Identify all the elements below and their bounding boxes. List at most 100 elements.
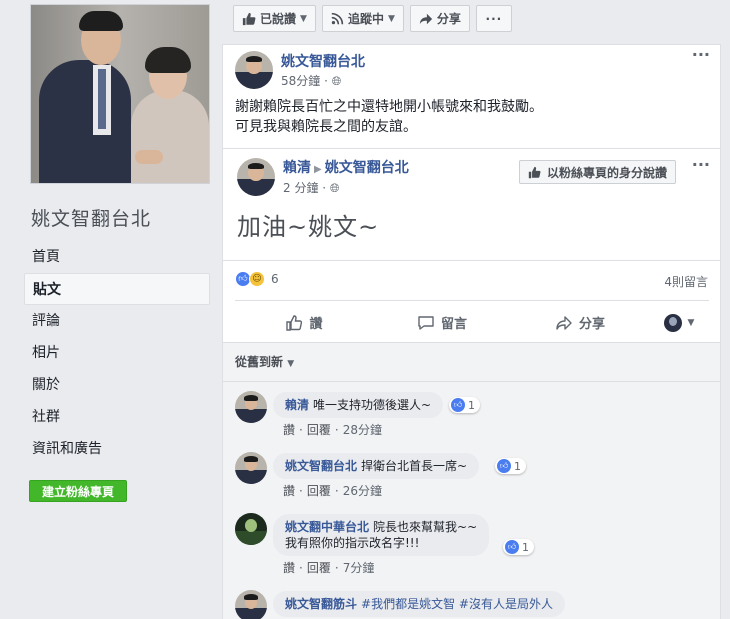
- comment-text: 我有照你的指示改名字!!!: [285, 536, 420, 550]
- share-arrow-icon: [419, 13, 432, 24]
- nav-item-community[interactable]: 社群: [24, 401, 210, 433]
- left-column: 姚文智翻台北 首頁 貼文 評論 相片 關於 社群 資訊和廣告 建立粉絲專頁: [0, 0, 222, 619]
- rss-icon: [331, 12, 344, 25]
- comment-text: 捍衛台北首長一席~: [361, 459, 468, 473]
- comment-bubble-icon: [418, 315, 434, 330]
- nav-item-reviews[interactable]: 評論: [24, 305, 210, 337]
- like-button[interactable]: 讚: [235, 313, 373, 332]
- comment-sort-label: 從舊到新: [235, 355, 284, 369]
- nav-item-about[interactable]: 關於: [24, 369, 210, 401]
- commenter-avatar[interactable]: [235, 391, 267, 423]
- identity-avatar: [663, 313, 682, 332]
- reaction-summary[interactable]: 👍︎ ☺ 6: [235, 271, 279, 287]
- separator-dot: ·: [334, 423, 339, 437]
- separator-dot: ·: [324, 74, 332, 88]
- comment-text: 唯一支持功德後選人~: [313, 398, 432, 412]
- comment-reaction-count: 1: [468, 398, 475, 412]
- comment-timestamp[interactable]: 26分鐘: [343, 484, 382, 498]
- shared-author-name[interactable]: 賴清: [283, 160, 311, 176]
- haha-reaction-icon: ☺: [249, 271, 265, 287]
- comment-button[interactable]: 留言: [373, 313, 511, 332]
- shared-post-text: 加油~姚文~: [237, 213, 380, 241]
- following-label: 追蹤中: [347, 12, 384, 26]
- comment-bubble: 賴清 唯一支持功德後選人~: [273, 392, 444, 418]
- nav-item-info-ads[interactable]: 資訊和廣告: [24, 433, 210, 465]
- comment-reaction-badge[interactable]: 👍︎ 1: [449, 397, 480, 413]
- commenter-avatar[interactable]: [235, 513, 267, 545]
- shared-author-avatar[interactable]: [237, 158, 275, 196]
- comment-count[interactable]: 4則留言: [664, 273, 708, 290]
- comment-text: 院長也來幫幫我~~: [373, 520, 478, 534]
- comment-reply-link[interactable]: 回覆: [307, 561, 331, 575]
- globe-icon: 🌐︎: [331, 74, 342, 88]
- comment-reaction-badge[interactable]: 👍︎ 1: [503, 539, 534, 555]
- comment-actions: 讚 · 回覆 · 26分鐘: [283, 482, 382, 499]
- identity-selector[interactable]: ▼: [649, 313, 709, 332]
- comment-like-link[interactable]: 讚: [283, 561, 295, 575]
- like-reaction-icon: 👍︎: [497, 459, 511, 473]
- comment-like-link[interactable]: 讚: [283, 423, 295, 437]
- create-page-button[interactable]: 建立粉絲專頁: [29, 480, 127, 502]
- nav-item-photos[interactable]: 相片: [24, 337, 210, 369]
- comment-reaction-count: 1: [522, 540, 529, 554]
- reaction-count: 6: [271, 272, 279, 286]
- commenter-name[interactable]: 姚文智翻台北: [285, 459, 357, 473]
- like-reaction-icon: 👍︎: [451, 398, 465, 412]
- shared-options-icon[interactable]: ···: [692, 155, 710, 174]
- comment-reaction-count: 1: [514, 459, 521, 473]
- nav-item-posts[interactable]: 貼文: [24, 273, 210, 305]
- page-nav: 首頁 貼文 評論 相片 關於 社群 資訊和廣告: [24, 241, 210, 465]
- post-timestamp[interactable]: 58分鐘: [281, 74, 320, 88]
- like-label: 讚: [309, 317, 323, 332]
- chevron-down-icon: ▼: [300, 13, 307, 24]
- like-as-page-button[interactable]: 以粉絲專頁的身分說讚: [519, 160, 677, 184]
- comment-actions: 讚 · 回覆 · 7分鐘: [283, 559, 374, 576]
- comment-reaction-badge[interactable]: 👍︎ 1: [495, 458, 526, 474]
- thumbs-up-icon: [528, 166, 541, 178]
- comment-reply-link[interactable]: 回覆: [307, 484, 331, 498]
- post-action-bar: 讚 留言 分享 ▼: [235, 300, 709, 344]
- post-text-line: 可見我與賴院長之間的友誼。: [235, 119, 417, 135]
- comment-timestamp[interactable]: 28分鐘: [343, 423, 382, 437]
- share-arrow-icon: [556, 315, 572, 330]
- divider: [223, 381, 720, 382]
- more-options-button[interactable]: ···: [475, 5, 512, 32]
- comment-reply-link[interactable]: 回覆: [307, 423, 331, 437]
- page-name[interactable]: 姚文智翻台北: [31, 204, 151, 231]
- profile-photo[interactable]: [30, 4, 210, 184]
- nav-item-home[interactable]: 首頁: [24, 241, 210, 273]
- commenter-name[interactable]: 姚文翻中華台北: [285, 520, 369, 534]
- commenter-name[interactable]: 賴清: [285, 398, 309, 412]
- separator-dot: ·: [334, 561, 339, 575]
- commenter-avatar[interactable]: [235, 452, 267, 484]
- post-options-icon[interactable]: ···: [692, 45, 710, 64]
- chevron-down-icon: ▼: [387, 13, 395, 24]
- post-author-name[interactable]: 姚文智翻台北: [281, 51, 365, 71]
- post-text: 謝謝賴院長百忙之中還特地開小帳號來和我鼓勵。 可見我與賴院長之間的友誼。: [235, 97, 543, 137]
- shared-timestamp[interactable]: 2 分鐘: [283, 181, 318, 195]
- hashtag-link[interactable]: #沒有人是局外人: [459, 597, 553, 611]
- share-button[interactable]: 分享: [511, 313, 649, 332]
- commenter-avatar[interactable]: [235, 590, 267, 619]
- shared-author-line: 賴清 ▶ 姚文智翻台北: [283, 157, 409, 177]
- globe-icon: 🌐︎: [329, 181, 340, 195]
- comment-actions: 讚 · 回覆 · 28分鐘: [283, 421, 382, 438]
- comment-timestamp[interactable]: 7分鐘: [343, 561, 375, 575]
- separator-dot: ·: [322, 181, 330, 195]
- comment-like-link[interactable]: 讚: [283, 484, 295, 498]
- following-button[interactable]: 追蹤中 ▼: [321, 5, 404, 32]
- share-label: 分享: [578, 317, 605, 332]
- liked-button[interactable]: 已說讚 ▼: [233, 5, 316, 32]
- shared-target-page[interactable]: 姚文智翻台北: [325, 160, 409, 176]
- liked-label: 已說讚: [260, 12, 297, 26]
- like-reaction-icon: 👍︎: [505, 540, 519, 554]
- comment-bubble: 姚文智翻筋斗 #我們都是姚文智 #沒有人是局外人: [273, 591, 565, 617]
- share-page-button[interactable]: 分享: [409, 5, 470, 32]
- page-action-bar: 已說讚 ▼ 追蹤中 ▼ 分享 ···: [233, 5, 512, 32]
- hashtag-link[interactable]: #我們都是姚文智: [361, 597, 455, 611]
- comment-sort-dropdown[interactable]: 從舊到新 ▼: [235, 353, 294, 370]
- commenter-name[interactable]: 姚文智翻筋斗: [285, 597, 357, 611]
- post-meta: 58分鐘 · 🌐︎: [281, 72, 341, 89]
- post-author-avatar[interactable]: [235, 51, 273, 89]
- caret-right-icon: ▶: [314, 164, 322, 175]
